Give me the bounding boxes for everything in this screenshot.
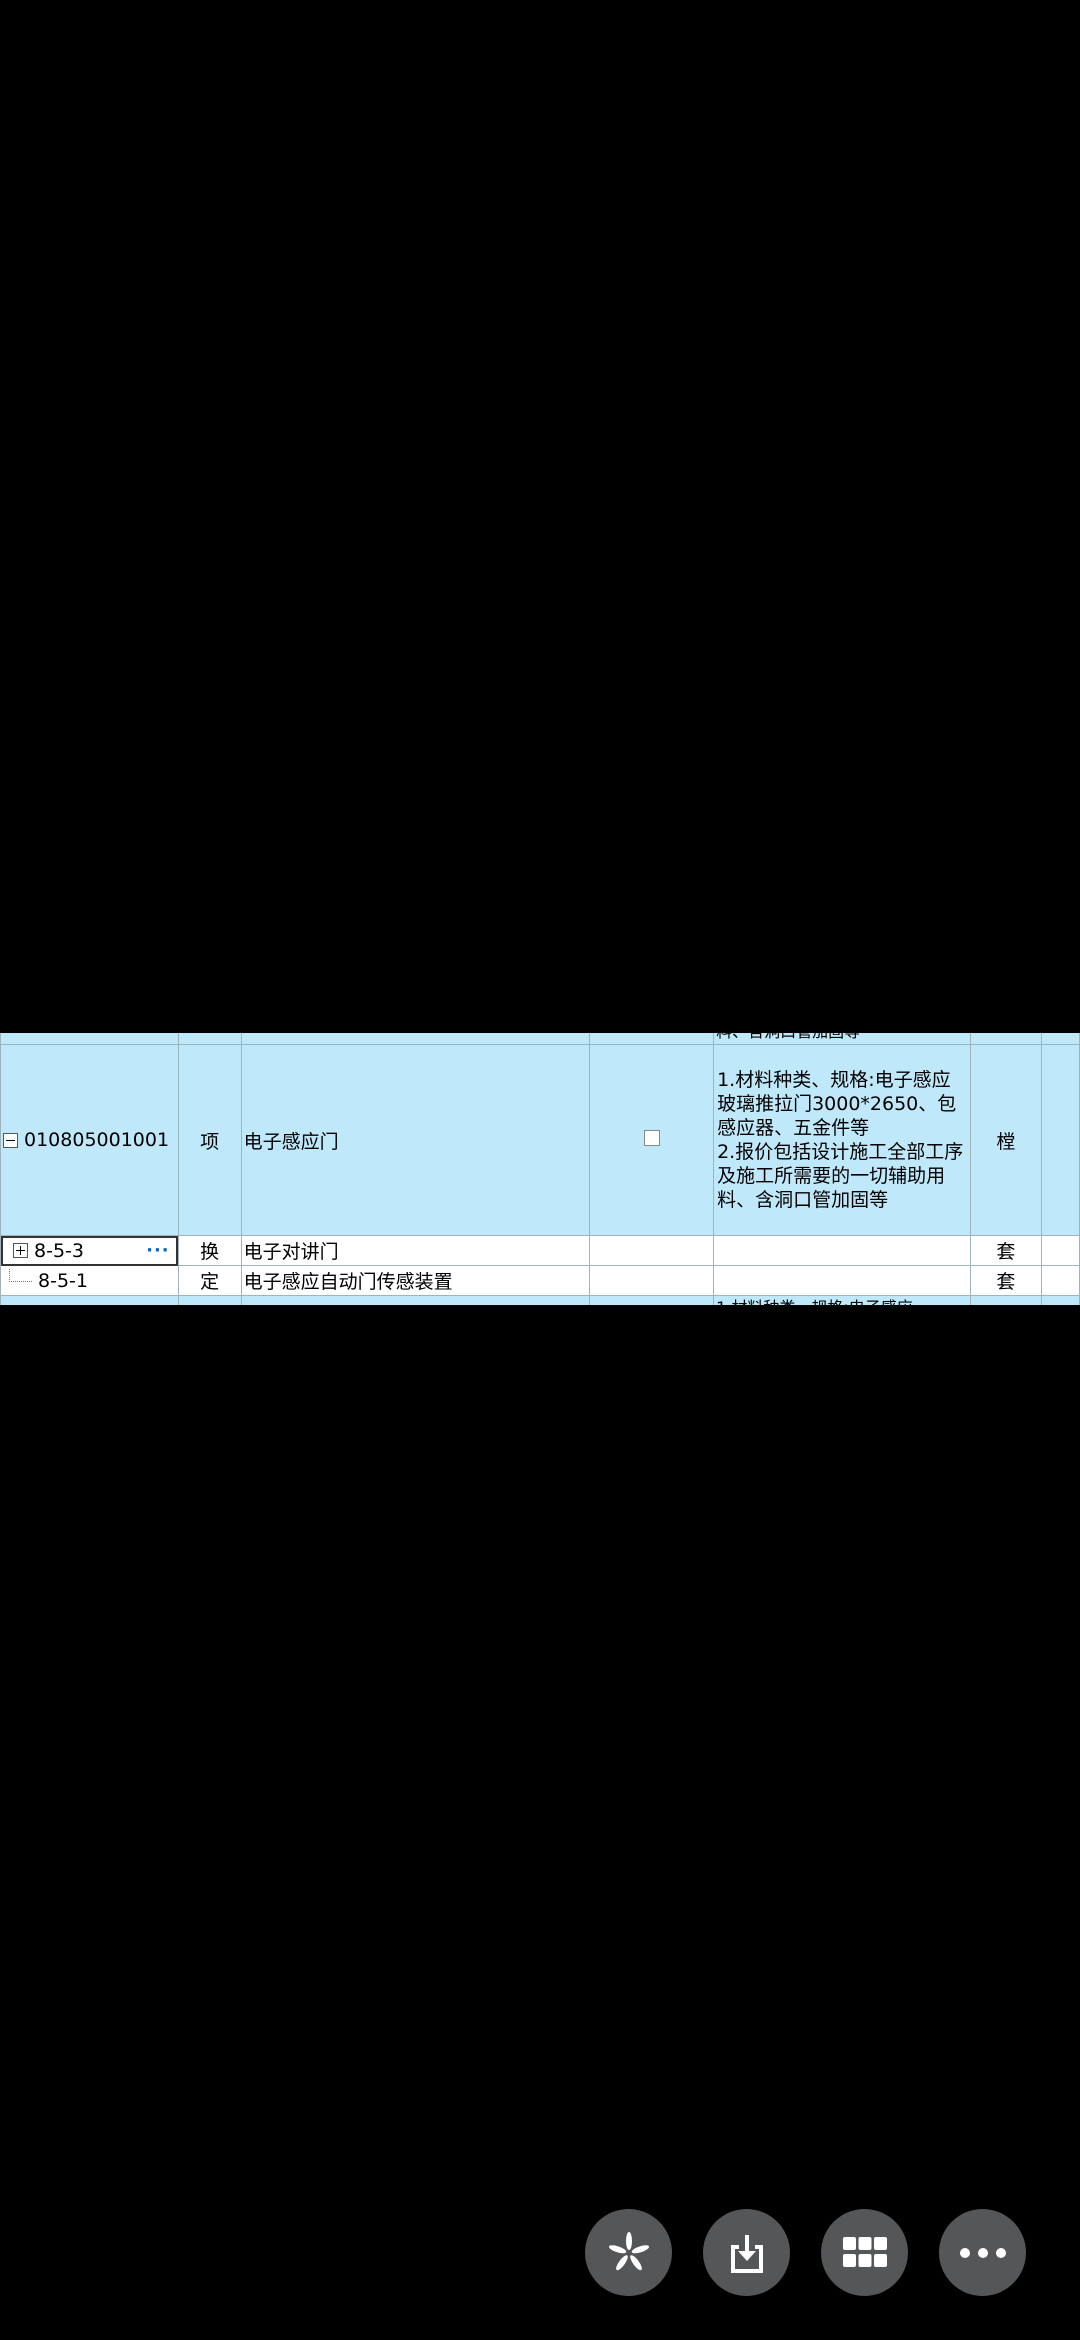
item-description: 1.材料种类、规格:电子感应 — [713, 1295, 972, 1305]
tree-connector — [9, 1269, 32, 1282]
code-cell[interactable]: 8-5-1 — [0, 1265, 179, 1296]
pinwheel-button[interactable] — [585, 2209, 672, 2296]
bill-table: 料、含洞口管加固等 010805001001 项 电子感应门 1.材料种类、规格… — [0, 1033, 1080, 1305]
item-description-text: 1.材料种类、规格:电子感应玻璃推拉门3000*2650、包感应器、五金件等 2… — [717, 1069, 964, 1211]
code-cell[interactable]: 8-5-3 ··· — [0, 1235, 179, 1266]
table-row: 1.材料种类、规格:电子感应 — [0, 1295, 1080, 1305]
item-code: 010805001001 — [24, 1129, 170, 1151]
item-unit: 套 — [970, 1235, 1042, 1266]
download-icon — [730, 2234, 763, 2273]
item-unit: 樘 — [970, 1044, 1042, 1236]
viewer-toolbar — [585, 2209, 1026, 2296]
more-button[interactable] — [939, 2209, 1026, 2296]
table-row[interactable]: 8-5-1 定 电子感应自动门传感装置 套 — [0, 1265, 1080, 1296]
item-type: 换 — [177, 1235, 242, 1266]
item-description: 1.材料种类、规格:电子感应玻璃推拉门3000*2650、包感应器、五金件等 2… — [713, 1044, 972, 1236]
code-cell[interactable]: 010805001001 — [0, 1044, 179, 1236]
pinwheel-icon — [608, 2231, 649, 2270]
spreadsheet-image[interactable]: 料、含洞口管加固等 010805001001 项 电子感应门 1.材料种类、规格… — [0, 1033, 1080, 1305]
item-type: 项 — [177, 1044, 242, 1236]
checkbox-cell[interactable] — [589, 1044, 715, 1236]
table-row[interactable]: 010805001001 项 电子感应门 1.材料种类、规格:电子感应玻璃推拉门… — [0, 1044, 1080, 1236]
expand-icon[interactable] — [13, 1243, 28, 1258]
item-unit: 套 — [970, 1265, 1042, 1296]
grid-button[interactable] — [821, 2209, 908, 2296]
item-code: 8-5-1 — [38, 1269, 88, 1292]
table-row: 料、含洞口管加固等 — [0, 1033, 1080, 1045]
item-name: 电子感应门 — [240, 1044, 591, 1236]
grid-icon — [842, 2236, 887, 2267]
item-type: 定 — [177, 1265, 242, 1296]
table-row[interactable]: 8-5-3 ··· 换 电子对讲门 套 — [0, 1235, 1080, 1266]
more-options-icon[interactable]: ··· — [146, 1240, 176, 1261]
item-description: 料、含洞口管加固等 — [713, 1033, 972, 1045]
checkbox[interactable] — [643, 1130, 660, 1146]
collapse-icon[interactable] — [3, 1132, 18, 1148]
download-button[interactable] — [703, 2209, 790, 2296]
item-code: 8-5-3 — [34, 1239, 84, 1262]
item-name: 电子感应自动门传感装置 — [240, 1265, 591, 1296]
more-icon — [959, 2247, 1006, 2258]
item-name: 电子对讲门 — [240, 1235, 591, 1266]
image-viewer: 料、含洞口管加固等 010805001001 项 电子感应门 1.材料种类、规格… — [0, 0, 1080, 2340]
